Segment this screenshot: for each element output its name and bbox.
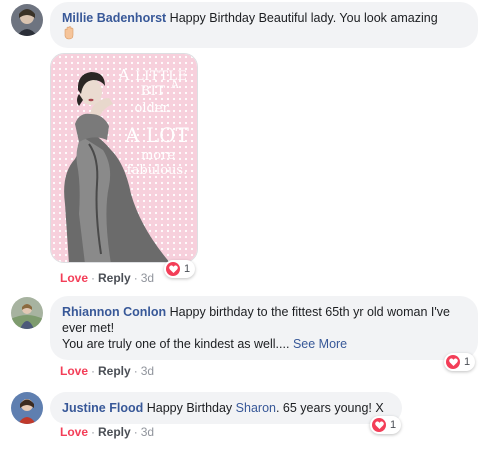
author-name[interactable]: Rhiannon Conlon — [62, 305, 166, 319]
avatar[interactable] — [11, 297, 43, 329]
reaction-badge[interactable]: 1 — [444, 353, 476, 371]
avatar[interactable] — [11, 392, 43, 424]
reaction-count: 1 — [464, 356, 471, 368]
heart-icon — [372, 418, 386, 432]
card-text-fabulous: fabulous. — [126, 163, 188, 178]
card-text-a: A — [118, 66, 130, 84]
comment-bubble: Rhiannon Conlon Happy birthday to the fi… — [50, 296, 478, 360]
card-text-older: older. — [134, 101, 172, 116]
raised-hand-icon — [62, 26, 76, 41]
heart-icon — [166, 262, 180, 276]
love-link[interactable]: Love — [60, 364, 88, 378]
comment-actions: Love · Reply · 3d — [60, 425, 155, 439]
reply-link[interactable]: Reply — [98, 271, 131, 285]
timestamp[interactable]: 3d — [141, 364, 154, 378]
card-text-little-bit: LITTLE BIT — [135, 69, 188, 99]
avatar[interactable] — [11, 4, 43, 36]
card-text-more: more — [140, 148, 176, 163]
reaction-badge[interactable]: 1 — [164, 260, 196, 278]
reaction-count: 1 — [390, 419, 397, 431]
author-name[interactable]: Justine Flood — [62, 401, 143, 415]
comment-text: Happy Birthday — [143, 401, 236, 415]
love-link[interactable]: Love — [60, 271, 88, 285]
timestamp[interactable]: 3d — [141, 271, 154, 285]
comment-bubble: Millie Badenhorst Happy Birthday Beautif… — [50, 2, 478, 48]
timestamp[interactable]: 3d — [141, 425, 154, 439]
reaction-count: 1 — [184, 263, 191, 275]
comment-text-end: . 65 years young! X — [275, 401, 384, 415]
love-link[interactable]: Love — [60, 425, 88, 439]
reaction-badge[interactable]: 1 — [370, 416, 402, 434]
reply-link[interactable]: Reply — [98, 364, 131, 378]
reply-link[interactable]: Reply — [98, 425, 131, 439]
comment-actions: Love · Reply · 3d — [60, 271, 155, 285]
author-name[interactable]: Millie Badenhorst — [62, 11, 166, 25]
mention-link[interactable]: Sharon — [236, 401, 276, 415]
comment-bubble: Justine Flood Happy Birthday Sharon. 65 … — [50, 392, 402, 424]
comment-actions: Love · Reply · 3d — [60, 364, 155, 378]
birthday-card-image[interactable]: A A LITTLE BIT older. A LOT more fabulou… — [50, 53, 198, 263]
comment-text: Happy Birthday Beautiful lady. You look … — [166, 11, 438, 25]
comment-text-continued: You are truly one of the kindest as well… — [62, 337, 290, 351]
heart-icon — [446, 355, 460, 369]
see-more-link[interactable]: See More — [293, 337, 347, 351]
card-text-a-lot: A LOT — [125, 123, 189, 147]
